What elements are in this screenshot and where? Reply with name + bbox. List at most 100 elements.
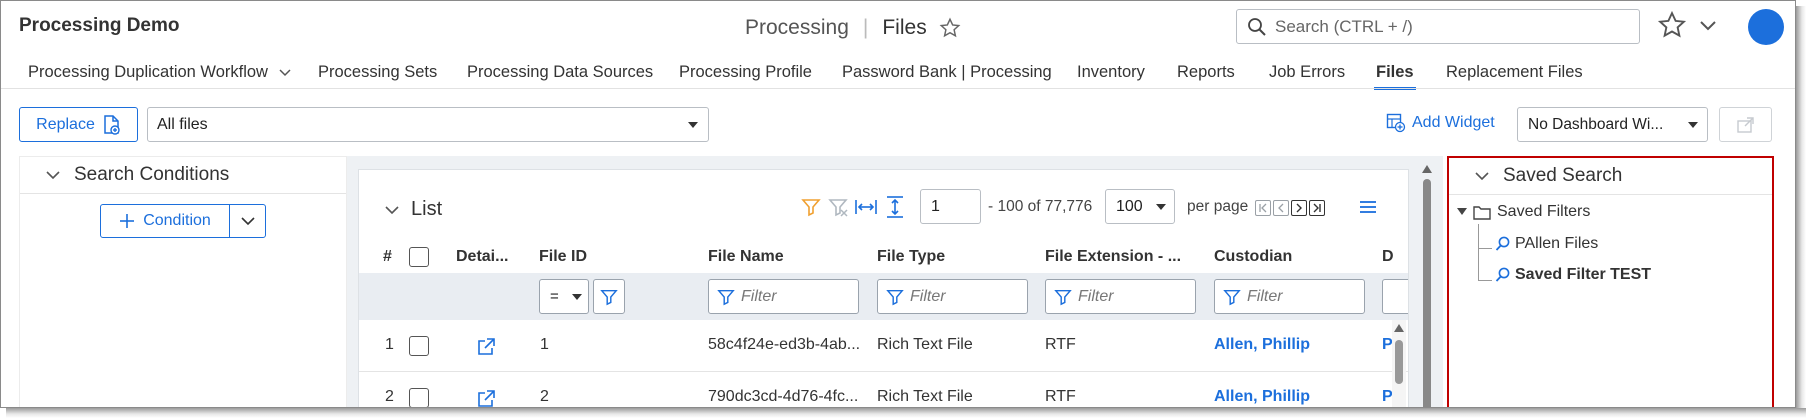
table-header: # Detai... File ID File Name File Type F… — [359, 240, 1408, 273]
custodian-link[interactable]: Allen, Phillip — [1214, 388, 1310, 406]
list-header: List 1 - 100 of 77,776 100 per page — [359, 170, 1408, 240]
open-external-icon[interactable] — [477, 390, 495, 408]
chevron-down-icon — [46, 171, 60, 180]
caret-down-icon — [572, 294, 582, 300]
rows-scrollbar[interactable] — [1392, 320, 1406, 407]
clear-filter-icon[interactable] — [828, 197, 848, 217]
fit-width-icon[interactable] — [855, 198, 877, 216]
filter-placeholder: Filter — [741, 287, 777, 305]
favorite-star-icon[interactable] — [939, 17, 961, 39]
select-all-checkbox[interactable] — [409, 247, 429, 267]
file-name-filter-input[interactable]: Filter — [708, 279, 859, 314]
chevron-down-icon[interactable] — [1698, 15, 1718, 35]
tab-processing-data-sources[interactable]: Processing Data Sources — [467, 63, 653, 82]
fit-height-icon[interactable] — [885, 196, 905, 218]
tree-connector — [1478, 248, 1492, 249]
custodian-filter-input[interactable]: Filter — [1214, 279, 1365, 314]
app-title: Processing Demo — [19, 15, 180, 36]
filter-placeholder: Filter — [1247, 287, 1283, 305]
favorites-star-icon[interactable] — [1657, 10, 1687, 40]
tab-replacement-files[interactable]: Replacement Files — [1446, 63, 1583, 82]
tab-password-bank[interactable]: Password Bank | Processing — [842, 63, 1052, 82]
file-name-cell: 790dc3cd-4d76-4fc... — [708, 388, 859, 405]
condition-dropdown-button[interactable] — [229, 204, 266, 238]
open-external-icon[interactable] — [477, 338, 495, 356]
column-header-file-name[interactable]: File Name — [708, 248, 784, 266]
next-page-icon[interactable] — [1291, 200, 1307, 216]
global-search-input[interactable]: Search (CTRL + /) — [1236, 9, 1640, 44]
d-filter-input[interactable] — [1382, 279, 1408, 314]
tab-processing-profile[interactable]: Processing Profile — [679, 63, 812, 82]
filter-icon[interactable] — [801, 197, 821, 217]
tree-connector — [1478, 280, 1492, 281]
row-number: 2 — [385, 388, 394, 405]
filter-icon — [717, 289, 735, 305]
operator-select[interactable]: = — [539, 279, 589, 314]
app-window: Processing Demo Processing | Files Searc… — [0, 0, 1796, 408]
file-extension-cell: RTF — [1045, 388, 1076, 405]
tab-job-errors[interactable]: Job Errors — [1269, 63, 1345, 82]
search-conditions-header[interactable]: Search Conditions — [20, 157, 346, 194]
filter-row: = Filter Filter Filter Filter — [359, 273, 1408, 320]
file-id-filter-button[interactable] — [593, 279, 625, 314]
row-checkbox[interactable] — [409, 336, 429, 356]
tab-processing-sets[interactable]: Processing Sets — [318, 63, 437, 82]
file-extension-filter-input[interactable]: Filter — [1045, 279, 1196, 314]
file-name-cell: 58c4f24e-ed3b-4ab... — [708, 336, 861, 353]
caret-down-icon[interactable] — [1457, 208, 1467, 216]
tab-inventory[interactable]: Inventory — [1077, 63, 1145, 82]
table-row[interactable]: 2 2 790dc3cd-4d76-4fc... Rich Text File … — [359, 372, 1408, 408]
page-scrollbar-thumb[interactable] — [1423, 179, 1431, 407]
list-title[interactable]: List — [385, 198, 442, 221]
add-condition-button[interactable]: Condition — [100, 204, 230, 238]
file-type-cell: Rich Text File — [877, 336, 973, 353]
file-add-icon — [104, 114, 120, 135]
menu-icon[interactable] — [1359, 199, 1377, 215]
filter-icon — [886, 289, 904, 305]
add-widget-button[interactable]: Add Widget — [1386, 113, 1495, 133]
view-select[interactable]: All files — [147, 107, 709, 142]
file-id-cell: 2 — [540, 388, 549, 405]
column-header-d[interactable]: D — [1382, 248, 1394, 266]
folder-label: Saved Filters — [1497, 203, 1591, 220]
tab-files[interactable]: Files — [1374, 63, 1416, 90]
scroll-up-arrow-icon[interactable] — [1394, 324, 1404, 332]
replace-button[interactable]: Replace — [19, 107, 138, 142]
add-widget-label: Add Widget — [1412, 114, 1495, 131]
rows-scrollbar-thumb[interactable] — [1395, 340, 1403, 384]
previous-page-icon[interactable] — [1273, 200, 1289, 216]
breadcrumb-parent[interactable]: Processing — [745, 16, 849, 40]
scroll-up-arrow-icon[interactable] — [1422, 165, 1432, 173]
page-scrollbar[interactable] — [1419, 161, 1435, 407]
first-page-icon[interactable] — [1255, 200, 1271, 216]
tree-folder-saved-filters[interactable]: Saved Filters — [1457, 203, 1590, 221]
dashboard-select-value: No Dashboard Wi... — [1528, 115, 1664, 133]
column-header-details[interactable]: Detai... — [456, 248, 508, 266]
tab-processing-duplication-workflow[interactable]: Processing Duplication Workflow — [28, 63, 291, 82]
avatar[interactable] — [1748, 9, 1784, 45]
search-conditions-title: Search Conditions — [74, 164, 230, 185]
dashboard-select[interactable]: No Dashboard Wi... — [1517, 107, 1708, 142]
saved-search-header[interactable]: Saved Search — [1449, 158, 1772, 195]
table-row[interactable]: 1 1 58c4f24e-ed3b-4ab... Rich Text File … — [359, 320, 1408, 372]
filter-placeholder: Filter — [1078, 287, 1114, 305]
column-header-file-id[interactable]: File ID — [539, 248, 587, 266]
custodian-link[interactable]: Allen, Phillip — [1214, 336, 1310, 354]
operator-value: = — [550, 288, 559, 305]
tab-reports[interactable]: Reports — [1177, 63, 1235, 82]
last-page-icon[interactable] — [1309, 200, 1325, 216]
column-header-custodian[interactable]: Custodian — [1214, 248, 1292, 266]
chevron-down-icon — [1475, 172, 1489, 181]
column-header-file-type[interactable]: File Type — [877, 248, 945, 266]
per-page-select[interactable]: 100 — [1105, 189, 1175, 224]
caret-down-icon — [1156, 204, 1166, 210]
export-button[interactable] — [1719, 107, 1772, 142]
row-checkbox[interactable] — [409, 388, 429, 407]
column-header-file-extension[interactable]: File Extension - ... — [1045, 248, 1181, 266]
saved-search-item-pallen-files[interactable]: PAllen Files — [1495, 235, 1598, 253]
page-number-input[interactable]: 1 — [920, 189, 981, 224]
page-title: Files — [882, 16, 927, 39]
saved-search-title: Saved Search — [1503, 165, 1623, 186]
saved-search-item-saved-filter-test[interactable]: Saved Filter TEST — [1495, 266, 1651, 284]
file-type-filter-input[interactable]: Filter — [877, 279, 1028, 314]
